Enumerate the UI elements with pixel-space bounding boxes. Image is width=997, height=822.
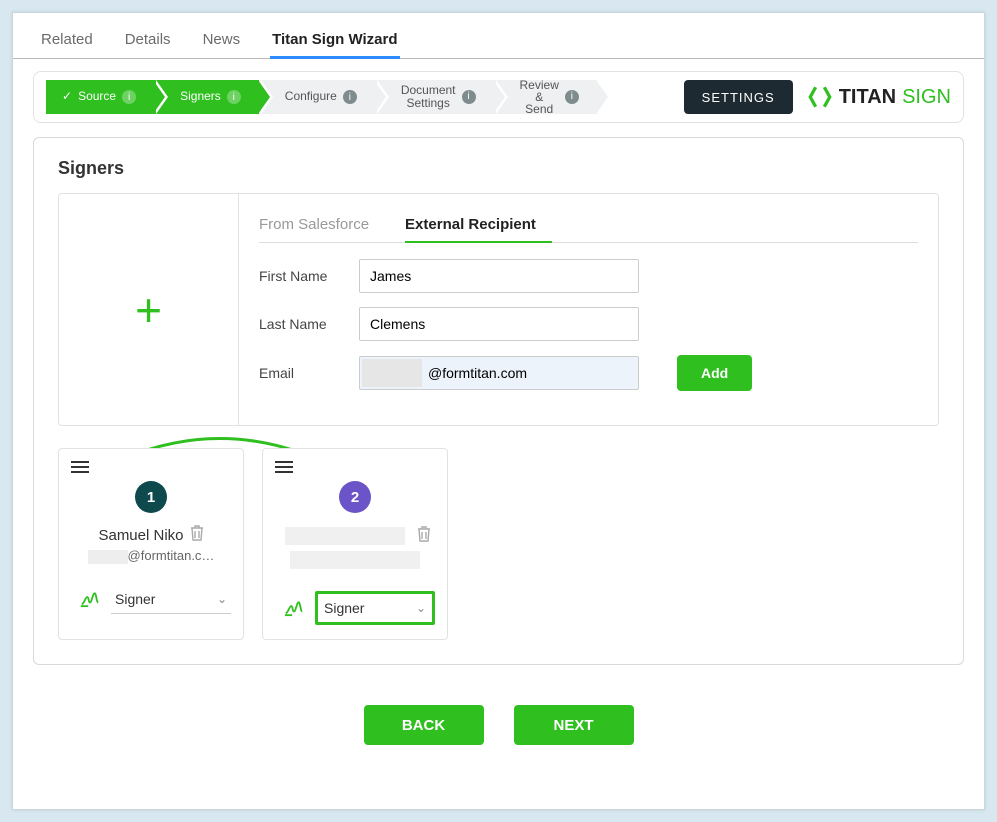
top-tabs: Related Details News Titan Sign Wizard [13, 13, 984, 59]
tab-titan-sign-wizard[interactable]: Titan Sign Wizard [270, 25, 399, 59]
first-name-input[interactable] [359, 259, 639, 293]
step-source[interactable]: ✓ Source i [46, 80, 154, 114]
brand-main: TITAN [839, 86, 896, 109]
step-review-send[interactable]: Review&Send i [494, 80, 597, 114]
add-signer-form: From Salesforce External Recipient First… [239, 194, 938, 425]
step-docsettings-label: DocumentSettings [401, 84, 456, 109]
drag-handle-icon[interactable] [275, 461, 293, 473]
signer-role-value: Signer [324, 600, 364, 616]
wizard-nav-buttons: BACK NEXT [33, 705, 964, 745]
last-name-row: Last Name [259, 307, 918, 341]
signer-role-select[interactable]: Signer ⌄ [111, 586, 231, 614]
email-row: Email Add [259, 355, 918, 391]
signer-name: Samuel Niko [71, 525, 231, 546]
drag-handle-icon[interactable] [71, 461, 89, 473]
delete-signer-icon[interactable] [190, 525, 204, 546]
check-icon: ✓ [62, 90, 72, 103]
brand-accent: SIGN [902, 86, 951, 109]
info-icon: i [122, 90, 136, 104]
plus-icon: + [135, 287, 162, 333]
signer-email: @formtitan.c… [71, 548, 231, 564]
step-signers[interactable]: Signers i [154, 80, 259, 114]
settings-button[interactable]: SETTINGS [684, 80, 793, 114]
app-window: Related Details News Titan Sign Wizard ✓… [12, 12, 985, 810]
add-button[interactable]: Add [677, 355, 752, 391]
step-document-settings[interactable]: DocumentSettings i [375, 80, 494, 114]
signer-email-redacted [290, 551, 420, 569]
signer-email-text: @formtitan.c… [128, 548, 215, 563]
email-redacted-prefix [362, 359, 422, 387]
back-button[interactable]: BACK [364, 705, 484, 745]
first-name-row: First Name [259, 259, 918, 293]
signer-cards-row: 1 Samuel Niko @formtitan.c… [58, 448, 939, 640]
titan-logo-icon [807, 84, 833, 110]
info-icon: i [343, 90, 357, 104]
email-label: Email [259, 365, 341, 381]
panel-title: Signers [58, 158, 939, 179]
subtab-external-recipient[interactable]: External Recipient [405, 210, 552, 243]
delete-signer-icon[interactable] [417, 526, 431, 547]
signer-card-2: 2 Signer ⌄ [262, 448, 448, 640]
wizard-steps: ✓ Source i Signers i Configure i Documen… [46, 80, 676, 114]
signer-role-row: Signer ⌄ [71, 586, 231, 614]
add-signer-row: + From Salesforce External Recipient Fir… [58, 193, 939, 426]
signer-name-text: Samuel Niko [98, 527, 183, 544]
signer-name-redacted [285, 527, 405, 545]
first-name-label: First Name [259, 268, 341, 284]
subtab-from-salesforce[interactable]: From Salesforce [259, 210, 385, 242]
signer-role-value: Signer [115, 591, 155, 607]
add-signer-plus-area[interactable]: + [59, 194, 239, 425]
tab-news[interactable]: News [201, 25, 243, 58]
signature-icon [283, 595, 305, 622]
signer-order-badge: 1 [135, 481, 167, 513]
email-redacted-prefix [88, 550, 128, 564]
last-name-input[interactable] [359, 307, 639, 341]
wizard-bar: ✓ Source i Signers i Configure i Documen… [33, 71, 964, 123]
info-icon: i [462, 90, 476, 104]
tab-related[interactable]: Related [39, 25, 95, 58]
signer-name [275, 525, 435, 547]
signature-icon [79, 586, 101, 613]
step-source-label: Source [78, 90, 116, 103]
signer-role-select[interactable]: Signer ⌄ [315, 591, 435, 625]
brand-logo: TITAN SIGN [807, 80, 951, 114]
step-review-label: Review&Send [520, 79, 559, 115]
chevron-down-icon: ⌄ [416, 601, 426, 615]
step-signers-label: Signers [180, 90, 221, 103]
signer-source-tabs: From Salesforce External Recipient [259, 210, 918, 243]
next-button[interactable]: NEXT [514, 705, 634, 745]
last-name-label: Last Name [259, 316, 341, 332]
step-configure[interactable]: Configure i [259, 80, 375, 114]
info-icon: i [227, 90, 241, 104]
info-icon: i [565, 90, 579, 104]
scroll-area[interactable]: ✓ Source i Signers i Configure i Documen… [13, 57, 984, 809]
step-configure-label: Configure [285, 90, 337, 103]
signer-card-1: 1 Samuel Niko @formtitan.c… [58, 448, 244, 640]
signer-role-row: Signer ⌄ [275, 591, 435, 625]
tab-details[interactable]: Details [123, 25, 173, 58]
signers-panel: Signers + From Salesforce External Recip… [33, 137, 964, 665]
signer-order-badge: 2 [339, 481, 371, 513]
chevron-down-icon: ⌄ [217, 592, 227, 606]
